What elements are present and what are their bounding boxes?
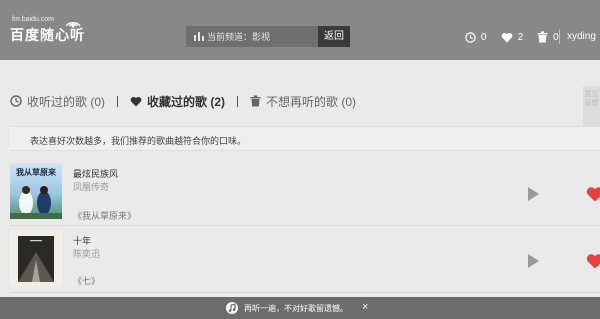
album-cover[interactable] xyxy=(10,230,62,286)
toast-text: 再听一遍，不对好歌留遗憾。 xyxy=(244,304,348,313)
divider xyxy=(237,95,239,107)
tab-label: 不想再听的歌 (0) xyxy=(266,94,357,109)
tab-label: 收听过的歌 (0) xyxy=(27,94,106,109)
album-cover-image: 我从草原来 xyxy=(10,163,62,219)
tab-listened[interactable]: 收听过的歌 (0) xyxy=(10,93,105,110)
channel-selector: 当前频道：影视 返回 xyxy=(186,26,350,47)
top-bar: fm.baidu.com 百度随心听 当前频道：影视 返回 0 2 0 xydi… xyxy=(0,0,600,60)
trash-icon xyxy=(250,95,261,107)
heart-icon[interactable] xyxy=(586,253,600,269)
play-icon[interactable] xyxy=(526,254,540,268)
tab-favorited[interactable]: 收藏过的歌 (2) xyxy=(130,93,225,110)
play-icon[interactable] xyxy=(526,187,540,201)
trash-stat[interactable]: 0 xyxy=(537,31,559,43)
clock-icon xyxy=(465,31,476,43)
song-album[interactable]: 《七》 xyxy=(73,274,100,287)
logo-url: fm.baidu.com xyxy=(12,16,55,23)
song-artist[interactable]: 陈奕迅 xyxy=(73,247,100,260)
close-icon[interactable]: × xyxy=(362,301,368,314)
info-bar: 表达喜好次数越多，我们推荐的歌曲越符合你的口味。 xyxy=(10,126,600,151)
heart-icon xyxy=(130,96,142,106)
album-cover[interactable]: 我从草原来 xyxy=(10,163,62,219)
history-stat[interactable]: 0 xyxy=(465,32,487,43)
song-tabs: 收听过的歌 (0) 收藏过的歌 (2) 不想再听的歌 (0) xyxy=(10,93,356,109)
username[interactable]: xyding xyxy=(567,31,596,42)
favorite-stat[interactable]: 2 xyxy=(501,31,524,43)
back-button[interactable]: 返回 xyxy=(318,26,350,47)
history-count: 0 xyxy=(481,31,487,43)
tab-label: 收藏过的歌 (2) xyxy=(147,94,226,109)
song-title: 最炫民族风 xyxy=(73,169,119,179)
current-channel[interactable]: 当前频道：影视 xyxy=(186,26,318,47)
stats-bar: 0 2 0 xyxy=(465,30,573,44)
info-text: 表达喜好次数越多，我们推荐的歌曲越符合你的口味。 xyxy=(30,136,247,146)
clock-icon xyxy=(10,95,22,107)
divider xyxy=(559,29,560,44)
music-note-icon xyxy=(226,302,238,314)
album-cover-image xyxy=(10,230,62,286)
heart-icon[interactable] xyxy=(586,186,600,202)
song-row[interactable]: 十年 陈奕迅 《七》 xyxy=(10,227,600,293)
svg-text:我从草原来: 我从草原来 xyxy=(16,167,57,177)
song-album[interactable]: 《我从草原来》 xyxy=(73,209,136,222)
channel-label: 当前频道：影视 xyxy=(207,32,271,42)
song-title: 十年 xyxy=(73,236,92,246)
divider xyxy=(117,95,119,107)
favorite-count: 2 xyxy=(517,31,524,43)
toast-bar: 再听一遍，不对好歌留遗憾。 × xyxy=(0,297,600,319)
tab-disliked[interactable]: 不想再听的歌 (0) xyxy=(250,93,356,110)
trash-icon xyxy=(537,31,548,43)
logo-text: 百度随心听 xyxy=(10,27,85,43)
song-artist[interactable]: 凤凰传奇 xyxy=(73,180,109,193)
song-row[interactable]: 我从草原来 最炫民族风 凤凰传奇 《我从草原来》 xyxy=(10,160,600,226)
feedback-tab[interactable]: 意见反馈 xyxy=(583,86,600,130)
bars-icon xyxy=(194,32,204,41)
heart-icon xyxy=(501,32,512,42)
trash-count: 0 xyxy=(553,31,559,43)
